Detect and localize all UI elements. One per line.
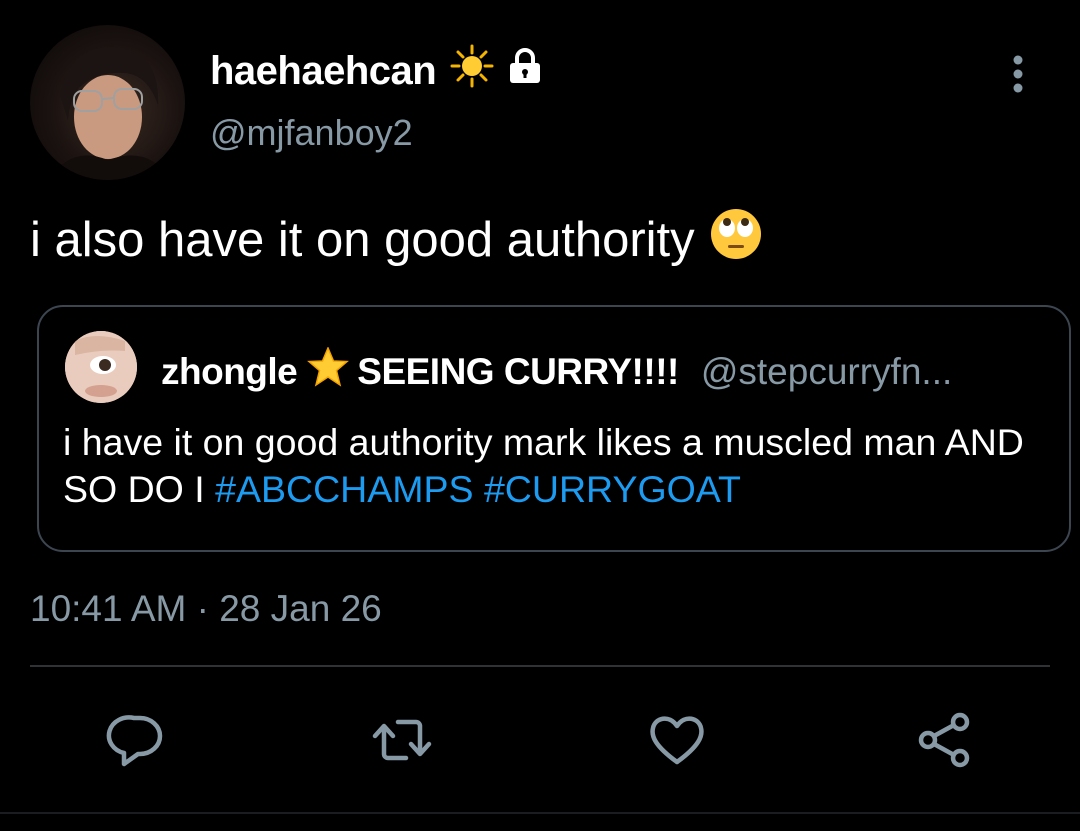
reply-icon[interactable] [104,708,168,772]
tweet-text: i also have it on good authority [30,207,763,273]
divider [30,665,1050,667]
hashtag-link[interactable]: #ABCCHAMPS [215,468,473,510]
quoted-tweet-card[interactable]: zhongle SEEING CURRY!!!! @stepcurryfn...… [37,305,1071,552]
display-name-text: haehaehcan [210,48,437,93]
tweet-text-body: i also have it on good authority [30,213,695,267]
more-options-icon[interactable] [1000,52,1036,100]
quoted-handle[interactable]: @stepcurryfn... [701,351,952,393]
quoted-display-name[interactable]: zhongle [161,351,298,393]
bottom-divider [0,812,1080,814]
quoted-avatar[interactable] [65,331,137,403]
star-emoji-icon [307,346,350,396]
share-icon[interactable] [912,708,976,772]
rolling-eyes-emoji-icon [709,207,763,273]
sun-emoji-icon [450,44,494,98]
retweet-icon[interactable] [370,708,434,772]
lock-icon [508,48,542,94]
like-icon[interactable] [645,708,709,772]
quoted-name-suffix: SEEING CURRY!!!! [357,350,679,392]
timestamp[interactable]: 10:41 AM · 28 Jan 26 [30,588,382,630]
user-handle[interactable]: @mjfanboy2 [210,112,413,154]
avatar[interactable] [30,25,185,180]
quoted-text: i have it on good authority mark likes a… [63,419,1063,513]
quoted-header: zhongle SEEING CURRY!!!! @stepcurryfn... [161,346,952,396]
display-name[interactable]: haehaehcan [210,44,542,98]
hashtag-link[interactable]: #CURRYGOAT [484,468,741,510]
